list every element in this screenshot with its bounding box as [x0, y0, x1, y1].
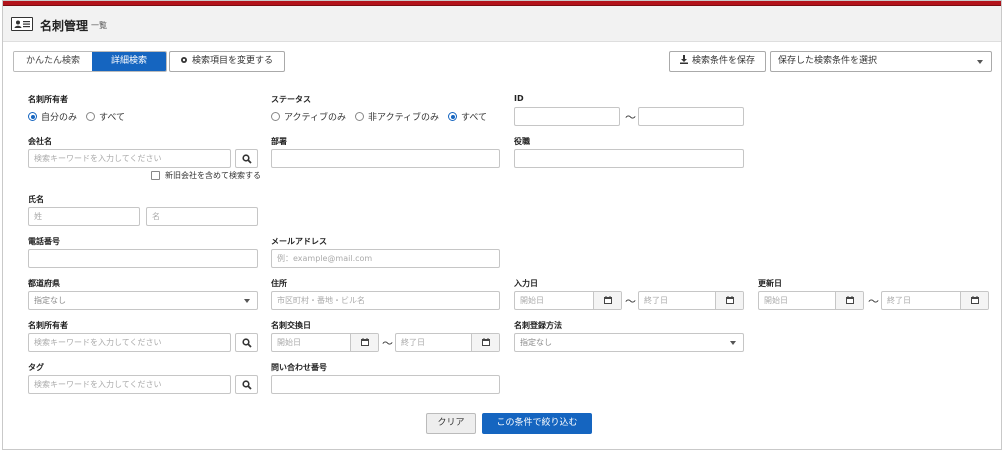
change-search-items-label: 検索項目を変更する	[192, 56, 274, 66]
clear-button[interactable]: クリア	[426, 413, 476, 434]
status-inactive-only[interactable]: 非アクティブのみ	[355, 110, 439, 123]
department-label: 部署	[271, 137, 287, 146]
search-icon	[242, 338, 252, 348]
first-name-input[interactable]: 名	[146, 207, 258, 226]
calendar-button[interactable]	[471, 334, 499, 351]
owner-scope-all[interactable]: すべて	[86, 110, 125, 123]
email-input[interactable]: 例：example@mail.com	[271, 249, 500, 268]
card-owner-search-button[interactable]	[235, 333, 258, 352]
company-label: 会社名	[28, 137, 52, 146]
calendar-button[interactable]	[715, 292, 743, 309]
chevron-down-icon	[244, 299, 250, 303]
status-active-only[interactable]: アクティブのみ	[271, 110, 346, 123]
radio-checked-icon	[28, 112, 37, 121]
name-label: 氏名	[28, 195, 44, 204]
prefecture-select[interactable]: 指定なし	[28, 291, 258, 310]
radio-unchecked-icon	[86, 112, 96, 121]
inquiry-number-label: 問い合わせ番号	[271, 363, 327, 372]
registration-method-select[interactable]: 指定なし	[514, 333, 744, 352]
status-label: ステータス	[271, 95, 311, 104]
calendar-button[interactable]	[960, 292, 988, 309]
updated-date-end-input[interactable]: 終了日	[881, 291, 989, 310]
save-conditions-label: 検索条件を保存	[692, 56, 756, 66]
calendar-button[interactable]	[593, 292, 621, 309]
department-input[interactable]	[271, 149, 500, 168]
tag-input[interactable]: 検索キーワードを入力してください	[28, 375, 231, 394]
app-frame: 名刺管理 一覧 かんたん検索 詳細検索 検索項目を変更する 検索条件を保存 保存…	[2, 0, 1002, 450]
exchange-date-label: 名刺交換日	[271, 321, 311, 330]
calendar-icon	[482, 338, 490, 346]
card-owner-input[interactable]: 検索キーワードを入力してください	[28, 333, 231, 352]
status-all[interactable]: すべて	[448, 110, 487, 123]
business-card-icon	[11, 17, 33, 31]
company-search-button[interactable]	[235, 149, 258, 168]
updated-date-separator: 〜	[868, 295, 879, 308]
radio-checked-icon	[448, 112, 458, 121]
phone-input[interactable]	[28, 249, 258, 268]
card-owner-label: 名刺所有者	[28, 321, 68, 330]
email-label: メールアドレス	[271, 237, 327, 246]
entry-date-separator: 〜	[625, 295, 636, 308]
address-input[interactable]: 市区町村・番地・ビル名	[271, 291, 500, 310]
gear-icon	[180, 53, 188, 63]
search-icon	[242, 380, 252, 390]
last-name-input[interactable]: 姓	[28, 207, 140, 226]
include-old-company-checkbox[interactable]: 新旧会社を含めて検索する	[151, 170, 261, 181]
prefecture-label: 都道府県	[28, 279, 60, 288]
search-mode-tabs: かんたん検索 詳細検索	[13, 51, 168, 72]
calendar-button[interactable]	[835, 292, 863, 309]
tag-label: タグ	[28, 363, 44, 372]
entry-date-label: 入力日	[514, 279, 538, 288]
entry-date-end-input[interactable]: 終了日	[638, 291, 744, 310]
saved-conditions-select[interactable]: 保存した検索条件を選択	[770, 51, 992, 72]
calendar-icon	[846, 296, 854, 304]
entry-date-start-input[interactable]: 開始日	[514, 291, 622, 310]
updated-date-start-input[interactable]: 開始日	[758, 291, 864, 310]
registration-method-label: 名刺登録方法	[514, 321, 562, 330]
page-subtitle: 一覧	[91, 21, 107, 30]
phone-label: 電話番号	[28, 237, 60, 246]
exchange-date-separator: 〜	[382, 337, 393, 350]
calendar-button[interactable]	[350, 334, 378, 351]
id-label: ID	[514, 94, 524, 103]
exchange-date-end-input[interactable]: 終了日	[395, 333, 500, 352]
chevron-down-icon	[977, 60, 983, 64]
chevron-down-icon	[730, 341, 736, 345]
address-label: 住所	[271, 279, 287, 288]
tab-advanced-search[interactable]: 詳細検索	[92, 52, 167, 71]
calendar-icon	[726, 296, 734, 304]
page-title: 名刺管理	[40, 19, 89, 33]
apply-filter-button[interactable]: この条件で絞り込む	[482, 413, 592, 434]
download-icon	[680, 53, 688, 64]
company-input[interactable]: 検索キーワードを入力してください	[28, 149, 231, 168]
id-from-input[interactable]	[514, 107, 620, 126]
radio-unchecked-icon	[271, 112, 280, 121]
owner-scope-radios: 自分のみ すべて	[28, 110, 134, 123]
change-search-items-button[interactable]: 検索項目を変更する	[169, 51, 286, 72]
checkbox-unchecked-icon	[151, 171, 160, 180]
title-bar: 名刺管理 一覧	[3, 6, 1001, 42]
tag-search-button[interactable]	[235, 375, 258, 394]
id-range-separator: 〜	[625, 111, 636, 124]
position-label: 役職	[514, 137, 530, 146]
position-input[interactable]	[514, 149, 744, 168]
status-radios: アクティブのみ 非アクティブのみ すべて	[271, 110, 496, 123]
radio-unchecked-icon	[355, 112, 365, 121]
search-icon	[242, 154, 252, 164]
calendar-icon	[604, 296, 612, 304]
tab-simple-search[interactable]: かんたん検索	[14, 52, 93, 71]
inquiry-number-input[interactable]	[271, 375, 500, 394]
calendar-icon	[971, 296, 979, 304]
exchange-date-start-input[interactable]: 開始日	[271, 333, 379, 352]
updated-date-label: 更新日	[758, 279, 782, 288]
calendar-icon	[361, 338, 369, 346]
owner-scope-label: 名刺所有者	[28, 95, 68, 104]
save-conditions-button[interactable]: 検索条件を保存	[669, 51, 767, 72]
id-to-input[interactable]	[638, 107, 744, 126]
owner-scope-mine[interactable]: 自分のみ	[28, 110, 77, 123]
